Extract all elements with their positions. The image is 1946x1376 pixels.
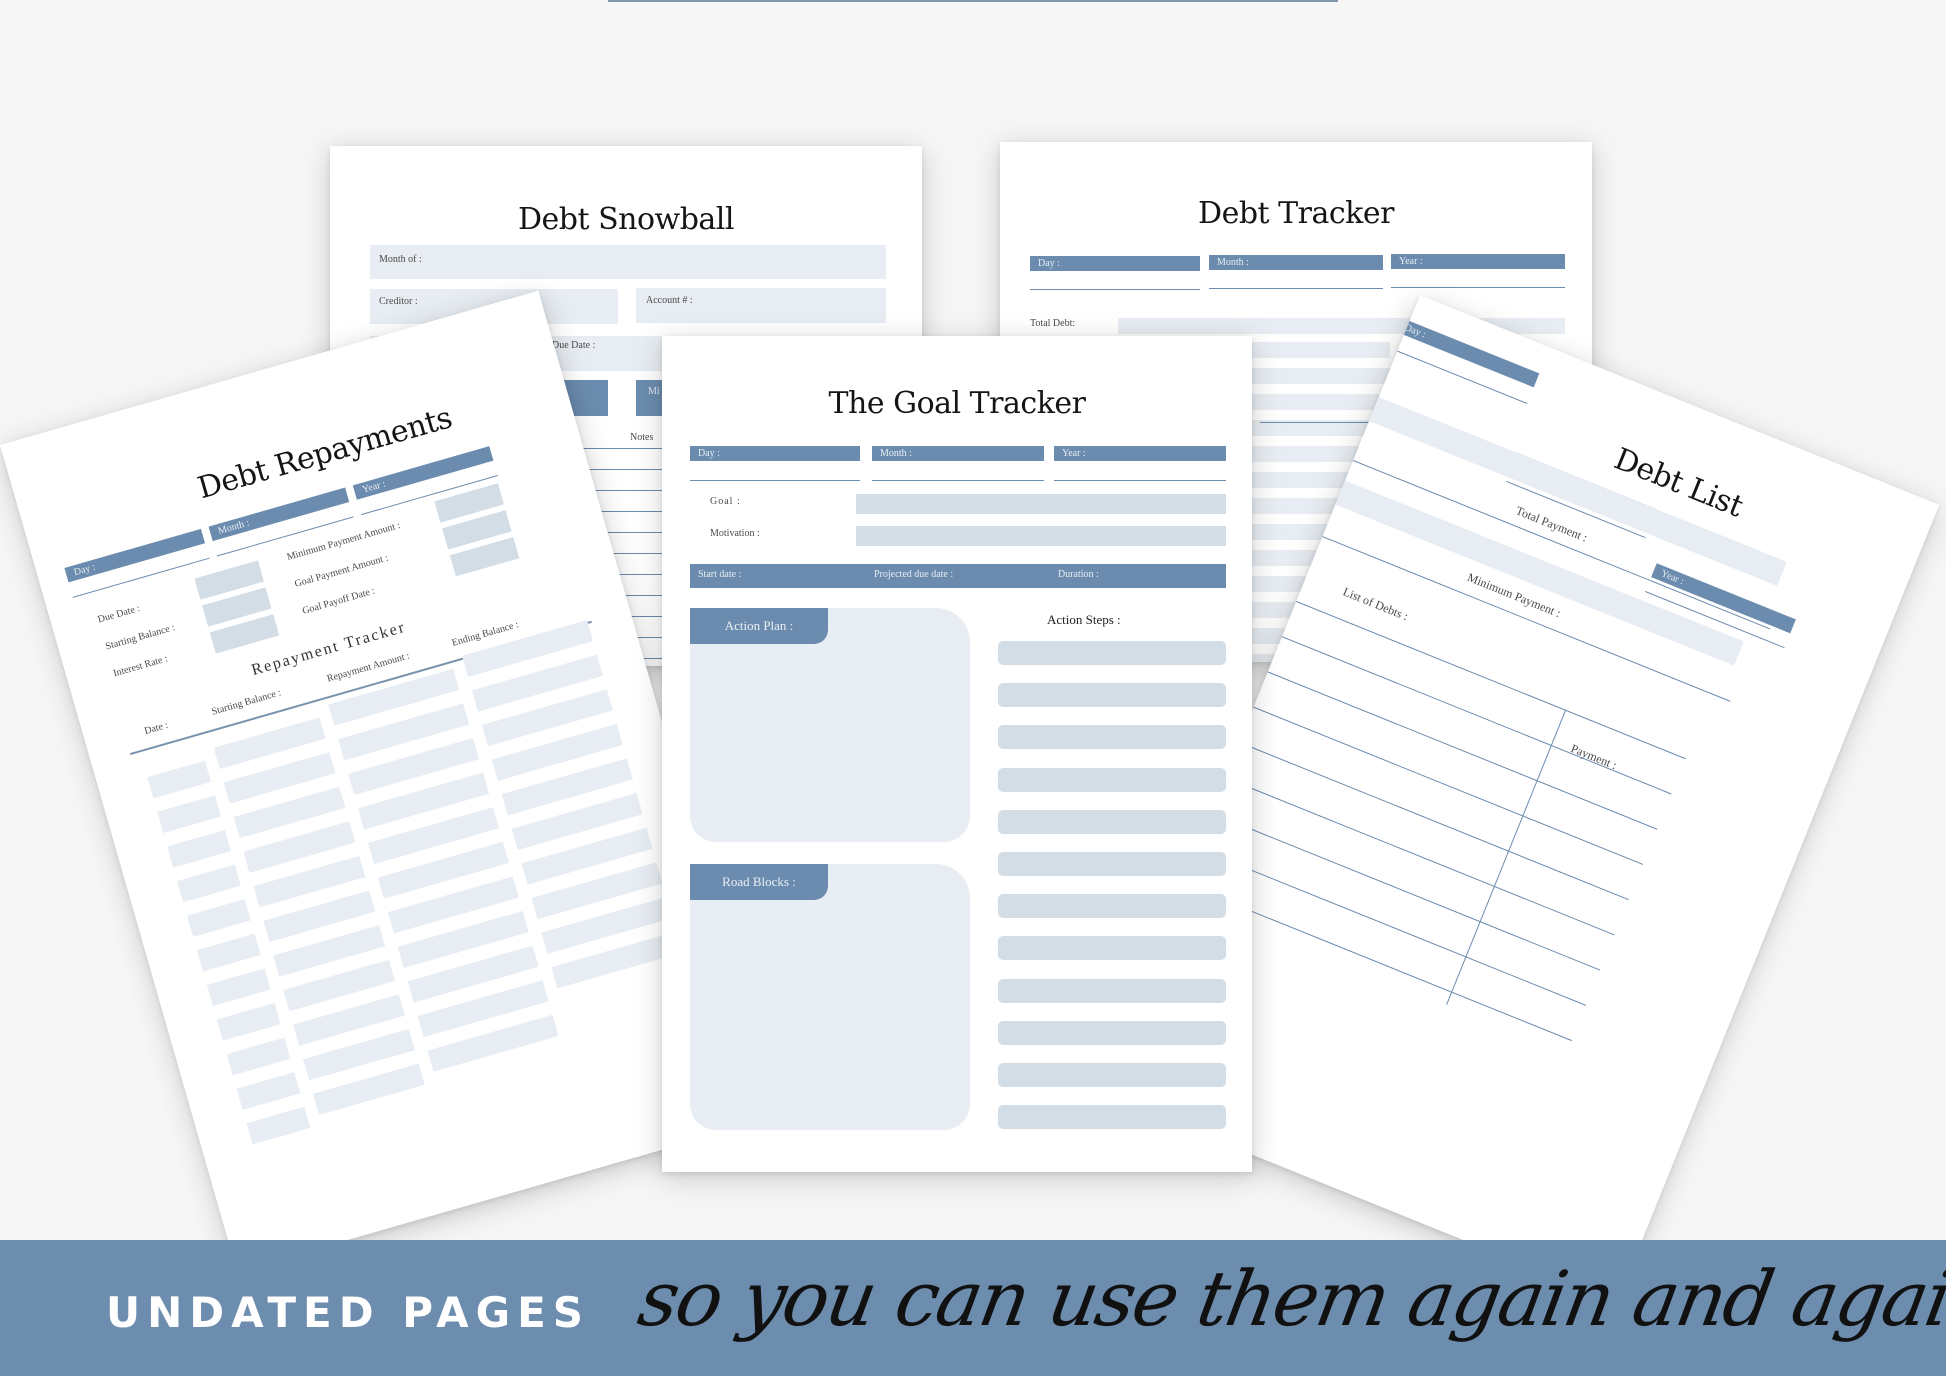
- action-step-field[interactable]: [998, 683, 1226, 708]
- year-header: Year :: [1054, 446, 1226, 461]
- page-title: The Goal Tracker: [828, 386, 1086, 421]
- goal-tracker-page: The Goal Tracker Day : Month : Year : Go…: [662, 336, 1252, 1172]
- repayment-cell[interactable]: [157, 795, 221, 834]
- goal-field[interactable]: [856, 494, 1226, 514]
- year-underline: [1391, 287, 1565, 288]
- debt-row-line: [1220, 734, 1629, 901]
- action-step-field[interactable]: [998, 852, 1226, 876]
- tracker-row-field[interactable]: [1230, 394, 1390, 410]
- debt-row-line: [1192, 804, 1601, 971]
- motivation-label: Motivation :: [710, 528, 760, 539]
- year-header: Year :: [1391, 254, 1565, 269]
- total-debt-label: Total Debt:: [1030, 318, 1076, 329]
- repayment-cell[interactable]: [177, 864, 241, 903]
- day-underline: [690, 480, 860, 481]
- road-blocks-box[interactable]: [690, 864, 970, 1130]
- action-step-field[interactable]: [998, 725, 1226, 750]
- year-underline: [1054, 480, 1226, 481]
- goal-payment-label: Goal Payment Amount :: [293, 552, 390, 590]
- projected-due-label: Projected due date :: [874, 569, 954, 580]
- duration-label: Duration :: [1058, 569, 1099, 580]
- repayment-cell[interactable]: [206, 968, 271, 1007]
- tracker-row-field[interactable]: [1230, 342, 1390, 358]
- month-of-label: Month of :: [379, 254, 422, 265]
- motivation-field[interactable]: [856, 526, 1226, 546]
- action-step-field[interactable]: [998, 1105, 1226, 1130]
- action-step-field[interactable]: [998, 936, 1226, 961]
- action-step-field[interactable]: [998, 809, 1226, 834]
- due-date-label: Due Date :: [552, 340, 596, 351]
- page-title: Debt Tracker: [1198, 196, 1394, 231]
- repayment-cell[interactable]: [196, 933, 261, 972]
- account-label: Account # :: [646, 295, 693, 306]
- month-header: Month :: [872, 446, 1044, 461]
- action-step-field[interactable]: [998, 894, 1226, 919]
- banner-script-text: so you can use them again and again!: [632, 1254, 1946, 1343]
- notes-label: Notes: [630, 432, 654, 443]
- section-divider: [1260, 422, 1385, 423]
- repayment-cell[interactable]: [216, 1002, 281, 1041]
- day-header: Day :: [1030, 256, 1200, 271]
- list-of-debts-label: List of Debts :: [1340, 584, 1411, 624]
- repayment-cell[interactable]: [226, 1037, 291, 1076]
- dates-bar: [690, 564, 1226, 588]
- repayment-cell[interactable]: [167, 829, 231, 868]
- month-header: Month :: [1209, 255, 1383, 270]
- month-of-field[interactable]: [370, 245, 886, 279]
- creditor-label: Creditor :: [379, 296, 418, 307]
- repayment-cell[interactable]: [186, 899, 251, 937]
- repayment-cell[interactable]: [147, 760, 212, 799]
- goal-payoff-label: Goal Payoff Date :: [301, 585, 377, 617]
- action-step-field[interactable]: [998, 1063, 1226, 1087]
- due-date-label: Due Date :: [96, 603, 142, 626]
- interest-rate-label: Interest Rate :: [112, 653, 169, 680]
- day-header: Day :: [64, 528, 206, 583]
- promo-banner: UNDATED PAGES so you can use them again …: [0, 1240, 1946, 1376]
- repayment-cell[interactable]: [236, 1072, 301, 1110]
- tracker-row-field[interactable]: [1230, 368, 1390, 384]
- column-divider: [1446, 709, 1567, 1005]
- action-steps-label: Action Steps :: [1047, 612, 1121, 627]
- start-date-label: Start date :: [698, 569, 742, 580]
- col-date: Date :: [143, 719, 170, 738]
- action-step-field[interactable]: [998, 767, 1226, 792]
- debt-row-line: [1206, 769, 1615, 936]
- starting-balance-label: Starting Balance :: [104, 622, 177, 653]
- day-header: Day :: [690, 446, 860, 461]
- action-step-field[interactable]: [998, 641, 1226, 665]
- debt-row-line: [1234, 699, 1644, 865]
- month-underline: [872, 480, 1044, 481]
- debt-row-line: [1248, 663, 1658, 830]
- repayment-cell[interactable]: [246, 1106, 311, 1145]
- page-title: Debt Snowball: [518, 202, 735, 237]
- action-step-field[interactable]: [998, 1020, 1226, 1045]
- goal-label: Goal :: [710, 496, 741, 507]
- action-plan-tab: Action Plan :: [690, 608, 828, 644]
- road-blocks-tab: Road Blocks :: [690, 864, 828, 900]
- action-step-field[interactable]: [998, 978, 1226, 1003]
- top-edge-strip: [608, 0, 1338, 2]
- banner-headline: UNDATED PAGES: [106, 1288, 591, 1337]
- month-underline: [1209, 288, 1383, 289]
- minimum-label: Mi: [648, 386, 660, 397]
- day-underline: [1030, 289, 1200, 290]
